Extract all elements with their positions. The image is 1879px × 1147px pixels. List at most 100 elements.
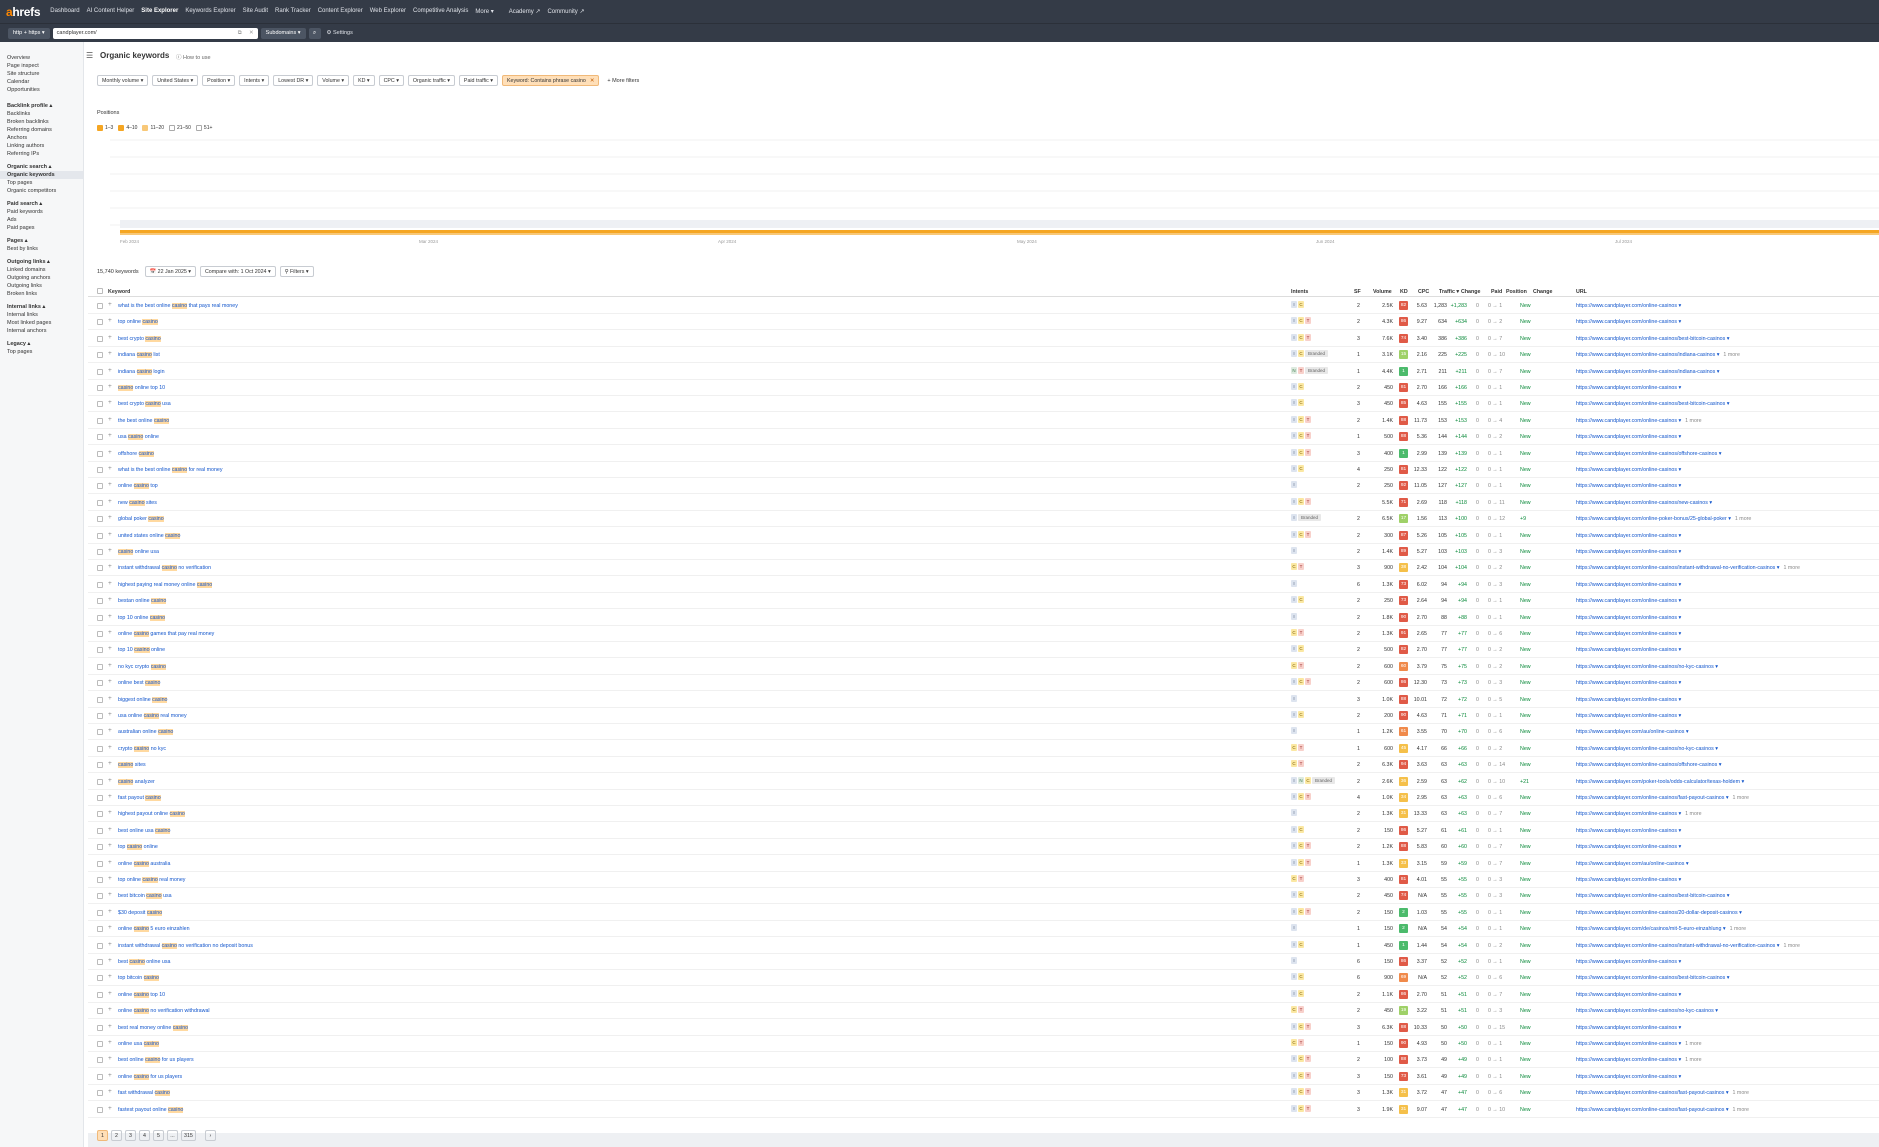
filters-button[interactable]: ⚲ Filters ▾ [279,266,314,277]
add-icon[interactable]: + [108,662,112,669]
add-icon[interactable]: + [108,744,112,751]
row-checkbox[interactable] [97,762,103,769]
row-checkbox[interactable] [97,696,103,703]
external-link-icon[interactable]: ⧉ [238,30,242,37]
header-kd[interactable]: KD [1400,289,1408,295]
url-link[interactable]: https://www.candplayer.com/online-casino… [1576,549,1681,555]
add-icon[interactable]: + [108,596,112,603]
sidebar-item[interactable]: Calendar [0,78,83,86]
more-urls[interactable]: 1 more [1733,1107,1750,1113]
header-sf[interactable]: SF [1354,289,1361,295]
url-text[interactable]: https://www.candplayer.com/online-poker-… [1576,516,1731,522]
add-icon[interactable]: + [108,399,112,406]
keyword-link[interactable]: instant withdrawal casino no verificatio… [118,565,211,572]
add-icon[interactable]: + [108,350,112,357]
header-traffic[interactable]: Traffic ▾ [1439,289,1459,295]
url-link[interactable]: https://www.candplayer.com/online-casino… [1576,697,1681,703]
sf-count[interactable]: 3 [1352,336,1360,342]
url-link[interactable]: https://www.candplayer.com/online-casino… [1576,680,1681,686]
url-link[interactable]: https://www.candplayer.com/online-casino… [1576,582,1681,588]
sf-count[interactable]: 2 [1352,631,1360,637]
sf-count[interactable]: 1 [1352,861,1360,867]
sf-count[interactable]: 4 [1352,795,1360,801]
url-text[interactable]: https://www.candplayer.com/online-casino… [1576,451,1721,457]
add-icon[interactable]: + [108,367,112,374]
ahrefs-logo[interactable]: ahrefs [6,5,41,19]
filter-button[interactable]: Position ▾ [202,75,236,86]
url-link[interactable]: https://www.candplayer.com/online-casino… [1576,910,1742,916]
url-link[interactable]: https://www.candplayer.com/online-casino… [1576,811,1702,817]
add-icon[interactable]: + [108,1105,112,1112]
sf-count[interactable]: 1 [1352,1041,1360,1047]
url-link[interactable]: https://www.candplayer.com/au/online-cas… [1576,729,1688,735]
sf-count[interactable]: 3 [1352,1074,1360,1080]
url-link[interactable]: https://www.candplayer.com/online-casino… [1576,795,1749,801]
active-filter-keyword[interactable]: Keyword: Contains phrase casino ✕ [501,75,600,86]
url-link[interactable]: https://www.candplayer.com/online-casino… [1576,762,1721,768]
page-button[interactable]: 4 [139,1130,150,1141]
keyword-link[interactable]: best casino online usa [118,959,170,965]
sidebar-item[interactable]: Top pages [0,348,83,356]
keyword-link[interactable]: casino online top 10 [118,385,165,391]
add-icon[interactable]: + [108,481,112,488]
url-link[interactable]: https://www.candplayer.com/online-casino… [1576,828,1681,834]
sf-count[interactable]: 2 [1352,385,1360,391]
nav-item-2[interactable]: Site Explorer [141,8,178,15]
sidebar-heading[interactable]: Backlink profile ▴ [0,102,83,110]
add-icon[interactable]: + [108,809,112,816]
url-link[interactable]: https://www.candplayer.com/online-casino… [1576,664,1718,670]
sidebar-item[interactable]: Broken links [0,290,83,298]
url-text[interactable]: https://www.candplayer.com/online-casino… [1576,336,1729,342]
sidebar-heading[interactable]: Paid search ▴ [0,200,83,208]
url-link[interactable]: https://www.candplayer.com/online-casino… [1576,631,1681,637]
sf-count[interactable]: 2 [1352,910,1360,916]
sf-count[interactable]: 3 [1352,877,1360,883]
row-checkbox[interactable] [97,860,103,867]
url-text[interactable]: https://www.candplayer.com/online-casino… [1576,893,1729,899]
row-checkbox[interactable] [97,434,103,441]
add-icon[interactable]: + [108,383,112,390]
sf-count[interactable]: 1 [1352,943,1360,949]
sf-count[interactable]: 6 [1352,975,1360,981]
page-button[interactable]: 315 [181,1130,196,1141]
nav-item-1[interactable]: AI Content Helper [87,8,135,15]
row-checkbox[interactable] [97,1024,103,1031]
url-link[interactable]: https://www.candplayer.com/online-casino… [1576,975,1729,981]
keyword-link[interactable]: online casino top 10 [118,991,165,998]
more-urls[interactable]: 1 more [1733,1090,1750,1096]
add-icon[interactable]: + [108,1072,112,1079]
compare-select[interactable]: Compare with: 1 Oct 2024 ▾ [199,266,276,277]
url-text[interactable]: https://www.candplayer.com/online-casino… [1576,401,1729,407]
url-text[interactable]: https://www.candplayer.com/online-casino… [1576,1090,1729,1096]
sidebar-item[interactable]: Ads [0,216,83,224]
sf-count[interactable]: 2 [1352,713,1360,719]
sidebar-item[interactable]: Backlinks [0,110,83,118]
keyword-link[interactable]: new casino sites [118,499,157,506]
row-checkbox[interactable] [97,303,103,309]
add-icon[interactable]: + [108,465,112,472]
row-checkbox[interactable] [97,811,103,818]
keyword-link[interactable]: offshore casino [118,450,154,457]
sidebar-item[interactable]: Top pages [0,179,83,187]
add-icon[interactable]: + [108,924,112,931]
sf-count[interactable]: 1 [1352,729,1360,735]
url-link[interactable]: https://www.candplayer.com/online-casino… [1576,483,1681,489]
filter-button[interactable]: Intents ▾ [239,75,270,86]
keyword-link[interactable]: best online casino for us players [118,1057,194,1064]
add-icon[interactable]: + [108,498,112,505]
row-checkbox[interactable] [97,352,103,359]
row-checkbox[interactable] [97,385,103,391]
more-urls[interactable]: 1 more [1733,795,1750,801]
add-icon[interactable]: + [108,645,112,652]
keyword-link[interactable]: highest payout online casino [118,811,185,818]
row-checkbox[interactable] [97,1106,103,1113]
sf-count[interactable]: 3 [1352,1025,1360,1031]
page-button[interactable]: ... [167,1130,178,1141]
header-volume[interactable]: Volume [1373,289,1392,295]
url-link[interactable]: https://www.candplayer.com/online-casino… [1576,1025,1681,1031]
url-link[interactable]: https://www.candplayer.com/online-casino… [1576,1090,1749,1096]
url-link[interactable]: https://www.candplayer.com/de/casinos/mi… [1576,926,1746,932]
url-text[interactable]: https://www.candplayer.com/online-casino… [1576,664,1718,670]
row-checkbox[interactable] [97,401,103,408]
sidebar-item[interactable]: Internal links [0,311,83,319]
